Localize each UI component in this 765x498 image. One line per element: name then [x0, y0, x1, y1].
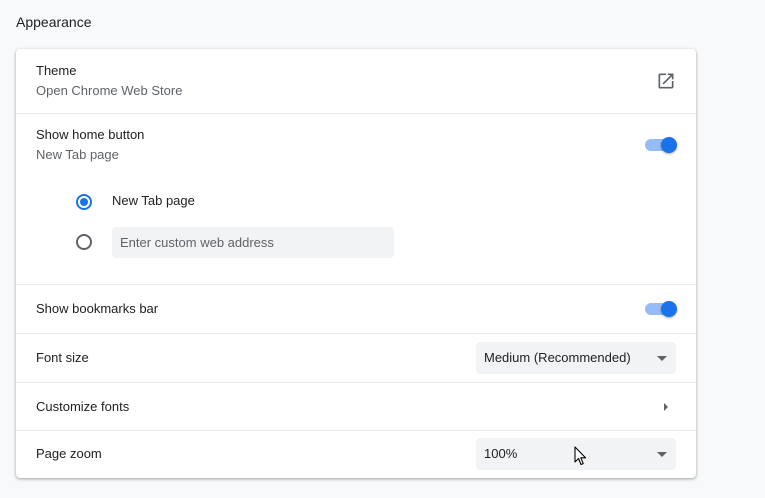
bookmarks-bar-label: Show bookmarks bar [36, 301, 159, 316]
open-in-new-icon[interactable] [656, 71, 676, 91]
toggle-knob [661, 301, 677, 317]
theme-sublabel: Open Chrome Web Store [36, 83, 183, 98]
font-size-value: Medium (Recommended) [484, 350, 631, 365]
radio-new-tab-page[interactable] [76, 194, 92, 210]
font-size-label: Font size [36, 350, 89, 365]
page-zoom-select[interactable]: 100% [476, 438, 676, 470]
bookmarks-bar-toggle[interactable] [645, 300, 677, 318]
home-button-sublabel: New Tab page [36, 147, 119, 162]
radio-custom-address[interactable] [76, 234, 92, 250]
radio-new-tab-page-label[interactable]: New Tab page [112, 192, 195, 210]
appearance-card: Theme Open Chrome Web Store Show home bu… [16, 49, 696, 478]
page-zoom-label: Page zoom [36, 446, 102, 461]
page-zoom-value: 100% [484, 446, 518, 461]
dropdown-arrow-icon [657, 452, 667, 457]
font-size-row: Font size Medium (Recommended) [16, 334, 696, 382]
section-title: Appearance [16, 14, 92, 30]
page-zoom-row: Page zoom 100% [16, 431, 696, 478]
font-size-select[interactable]: Medium (Recommended) [476, 342, 676, 374]
home-button-label: Show home button [36, 127, 145, 142]
bookmarks-bar-row: Show bookmarks bar [16, 285, 696, 333]
custom-address-input[interactable] [112, 227, 394, 258]
home-button-toggle[interactable] [645, 136, 677, 154]
dropdown-arrow-icon [657, 356, 667, 361]
theme-label: Theme [36, 63, 77, 78]
home-button-row: Show home button New Tab page New Tab pa… [16, 114, 696, 284]
customize-fonts-label: Customize fonts [36, 399, 130, 414]
radio-dot [80, 198, 88, 206]
toggle-knob [661, 137, 677, 153]
chevron-right-icon [664, 403, 668, 411]
customize-fonts-row[interactable]: Customize fonts [16, 383, 696, 430]
settings-page: Appearance Theme Open Chrome Web Store S… [0, 0, 765, 498]
theme-row[interactable]: Theme Open Chrome Web Store [16, 49, 696, 113]
